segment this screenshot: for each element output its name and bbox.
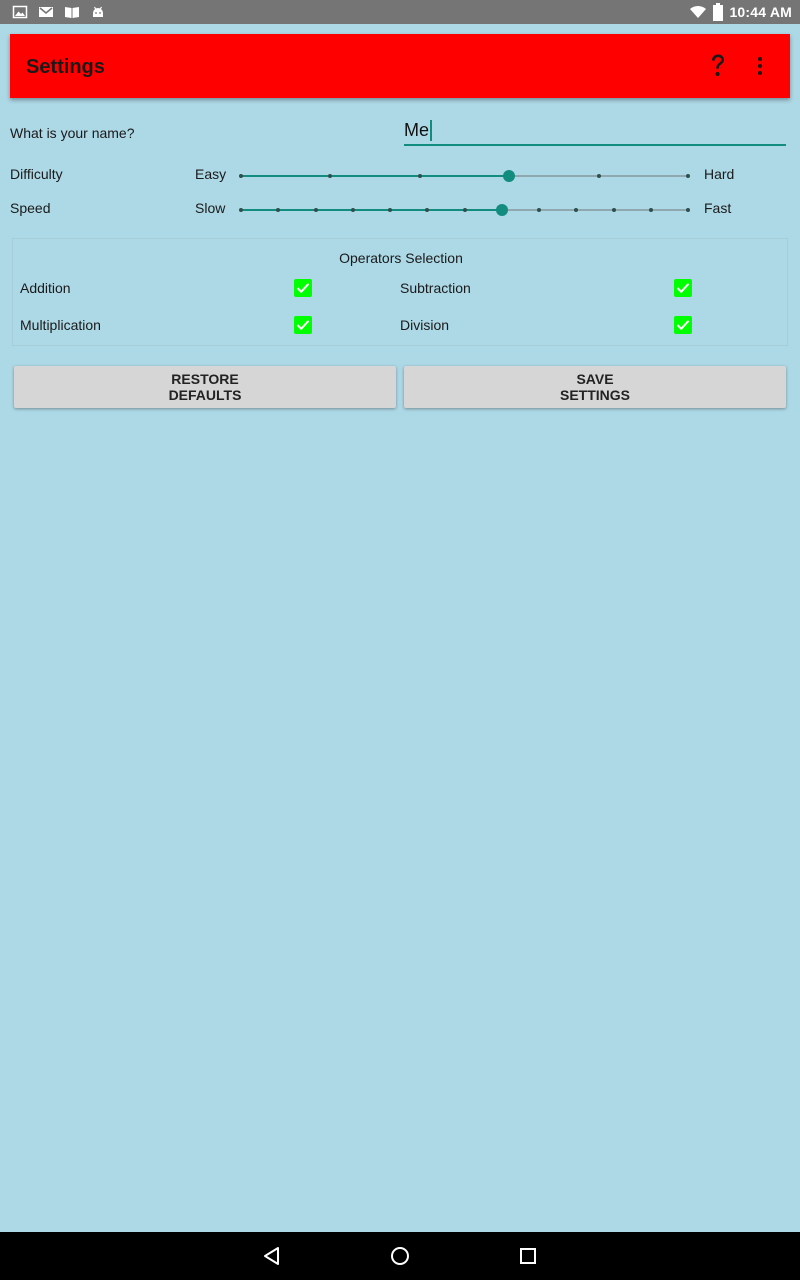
save-button-line2: SETTINGS [559,387,630,403]
home-icon [391,1247,409,1265]
slider-tick [686,208,690,212]
operators-title: Operators Selection [339,250,463,266]
check-icon [676,283,690,294]
slider-tick [313,208,318,212]
slider-tick [276,208,281,212]
image-notification-icon [12,5,28,19]
check-icon [676,320,690,331]
android-icon [93,6,103,17]
slider-tick [537,208,541,212]
slider-tick [574,208,579,212]
speed-max-label: Fast [704,200,732,216]
difficulty-slider[interactable] [239,166,690,186]
slider-tick [328,174,333,178]
save-button-line1: SAVE [576,371,614,387]
slider-tick [239,208,243,212]
slider-tick [350,208,355,212]
text-cursor [430,120,432,141]
speed-label: Speed [10,200,51,216]
name-label: What is your name? [10,125,135,141]
speed-slider[interactable] [239,200,690,220]
slider-track-fill [241,175,510,177]
slider-thumb[interactable] [503,170,516,182]
slider-tick [686,174,690,178]
slider-tick [596,174,601,178]
slider-tick [388,208,392,212]
clock: 10:44 AM [729,4,792,20]
division-checkbox[interactable] [674,316,692,334]
check-icon [296,283,310,294]
name-input-value: Me [404,120,430,140]
slider-tick [648,208,653,212]
gmail-icon [39,7,53,17]
home-button[interactable] [388,1244,412,1268]
addition-checkbox[interactable] [294,279,312,297]
recents-icon [520,1248,536,1264]
slider-thumb[interactable] [495,204,508,216]
restore-button-line1: RESTORE [171,371,239,387]
book-icon [65,7,79,18]
slider-tick [417,174,422,178]
subtraction-label: Subtraction [400,280,471,296]
help-icon [712,54,724,77]
status-bar: 10:44 AM [0,0,800,24]
help-button[interactable] [700,48,736,84]
recents-button[interactable] [516,1244,540,1268]
slider-tick [462,208,467,212]
check-icon [296,320,310,331]
subtraction-checkbox[interactable] [674,279,692,297]
difficulty-max-label: Hard [704,166,735,182]
slider-tick [239,174,243,178]
restore-defaults-button[interactable]: RESTORE DEFAULTS [14,366,396,408]
speed-min-label: Slow [195,200,226,216]
save-settings-button[interactable]: SAVE SETTINGS [404,366,786,408]
slider-tick [611,208,616,212]
difficulty-label: Difficulty [10,166,63,182]
name-input[interactable]: Me [404,118,786,146]
page-title: Settings [26,56,105,78]
app-toolbar: Settings [10,34,790,98]
notification-icons [12,4,106,20]
battery-icon [713,3,724,21]
back-icon [264,1247,279,1265]
navigation-bar [0,1232,800,1280]
more-vert-icon [758,57,762,75]
multiplication-checkbox[interactable] [294,316,312,334]
back-button[interactable] [260,1244,284,1268]
slider-tick [425,208,430,212]
multiplication-label: Multiplication [20,317,101,333]
operators-panel: Operators Selection Addition Subtraction… [12,238,788,346]
restore-button-line2: DEFAULTS [168,387,242,403]
overflow-menu-button[interactable] [746,48,774,84]
addition-label: Addition [20,280,71,296]
division-label: Division [400,317,450,333]
wifi-icon [690,5,707,18]
difficulty-min-label: Easy [195,166,227,182]
system-status: 10:44 AM [689,2,792,22]
